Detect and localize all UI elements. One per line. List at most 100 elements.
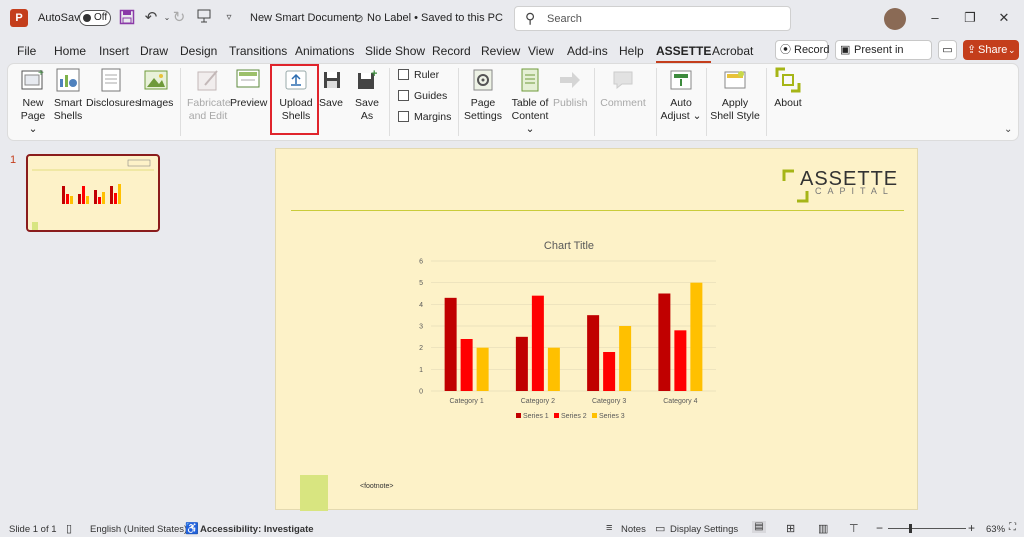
powerpoint-logo-icon: P (10, 9, 28, 27)
tab-acrobat[interactable]: Acrobat (712, 44, 753, 58)
bar-3-2[interactable] (547, 347, 560, 391)
bar-1-4[interactable] (658, 293, 671, 392)
tab-transitions[interactable]: Transitions (229, 44, 287, 58)
ribbon-separator (766, 68, 767, 136)
slide-thumbnail[interactable] (26, 154, 160, 232)
apply-shell-style-button[interactable]: Apply Shell Style (710, 67, 760, 123)
smart-shells-label-2: Shells (53, 110, 83, 122)
zoom-slider[interactable] (888, 528, 966, 529)
page-settings-button[interactable]: Page Settings (464, 67, 502, 123)
bar-1-2[interactable] (515, 336, 528, 391)
tab-draw[interactable]: Draw (140, 44, 168, 58)
chevron-down-icon: ⌄ (1008, 45, 1016, 55)
search-box[interactable]: ⚲ Search (514, 6, 791, 31)
bar-1-1[interactable] (444, 297, 457, 391)
share-label: Share (978, 44, 1008, 56)
comment-button[interactable]: Comment (598, 67, 648, 110)
slide-sorter-icon[interactable]: ⊞ (786, 522, 795, 535)
about-button[interactable]: About (772, 67, 804, 110)
autosave-toggle[interactable]: Off (79, 10, 111, 26)
tab-add-ins[interactable]: Add-ins (567, 44, 608, 58)
avatar[interactable] (884, 8, 906, 30)
fabricate-button[interactable]: Fabricate and Edit (187, 67, 231, 123)
tab-file[interactable]: File (17, 44, 36, 58)
images-button[interactable]: Images (139, 67, 173, 110)
slide-show-icon[interactable]: ⊤ (849, 522, 859, 535)
record-icon: ⦿ (780, 44, 791, 56)
smart-shells-button[interactable]: Smart Shells (52, 67, 84, 123)
tab-home[interactable]: Home (54, 44, 86, 58)
share-button[interactable]: ⇪ Share ⌄ (963, 40, 1019, 60)
tab-review[interactable]: Review (481, 44, 520, 58)
save-button[interactable]: Save (319, 67, 343, 110)
new-page-icon: + (20, 67, 46, 93)
comments-button[interactable]: ▭ (938, 40, 957, 60)
tab-insert[interactable]: Insert (99, 44, 129, 58)
redo-icon[interactable]: ↻ (170, 9, 188, 27)
guides-checkbox[interactable]: Guides (398, 90, 447, 102)
disclosures-label: Disclosures (86, 97, 141, 109)
language-label[interactable]: English (United States) (90, 524, 187, 535)
display-settings-button[interactable]: Display Settings (670, 524, 738, 535)
chart-title[interactable]: Chart Title (544, 240, 594, 252)
zoom-level[interactable]: 63% (986, 524, 1005, 535)
reading-view-icon[interactable]: ▥ (818, 522, 828, 535)
save-icon[interactable] (118, 9, 136, 27)
auto-adjust-icon (668, 67, 694, 93)
new-page-label-1: New (22, 97, 44, 109)
bar-3-4[interactable] (690, 282, 703, 391)
bar-1-3[interactable] (587, 315, 600, 391)
bar-2-3[interactable] (603, 352, 616, 391)
collapse-ribbon-icon[interactable]: ⌄ (1004, 124, 1012, 135)
present-from-start-icon[interactable] (195, 9, 213, 27)
accessibility-status[interactable]: Accessibility: Investigate (200, 524, 314, 535)
logo-text-bottom: CAPITAL (815, 186, 894, 196)
tab-animations[interactable]: Animations (295, 44, 354, 58)
document-title[interactable]: New Smart Document (250, 12, 358, 24)
tab-help[interactable]: Help (619, 44, 644, 58)
publish-button[interactable]: Publish (553, 67, 587, 110)
margins-checkbox[interactable]: Margins (398, 111, 451, 123)
notes-button[interactable]: Notes (621, 524, 646, 535)
bar-2-4[interactable] (674, 330, 687, 391)
y-tick-label: 3 (419, 324, 423, 331)
bar-3-1[interactable] (476, 347, 489, 391)
bar-chart[interactable]: Chart Title 0 1 2 3 4 5 6 Category 1 Category 2 Ca… (276, 229, 919, 519)
zoom-slider-handle[interactable] (909, 524, 912, 533)
zoom-out-icon[interactable]: − (876, 521, 883, 535)
customize-toolbar-icon[interactable]: ▿ (220, 9, 238, 27)
ruler-checkbox[interactable]: Ruler (398, 69, 439, 81)
tab-view[interactable]: View (528, 44, 554, 58)
label-status[interactable]: No Label • Saved to this PC (367, 12, 503, 24)
tab-design[interactable]: Design (180, 44, 217, 58)
bar-3-3[interactable] (619, 326, 632, 391)
slide-canvas[interactable]: ASSETTE CAPITAL Chart Title 0 1 2 3 4 5 6 Catego… (275, 148, 918, 511)
footnote-placeholder[interactable]: <footnote> (360, 483, 393, 490)
preview-button[interactable]: Preview (230, 67, 267, 110)
fit-to-window-icon[interactable]: ⛶ (1009, 522, 1016, 533)
close-icon[interactable]: ✕ (994, 8, 1014, 28)
present-in-teams-button[interactable]: ▣ Present in Teams (835, 40, 932, 74)
margins-label: Margins (414, 111, 452, 123)
disclosures-button[interactable]: Disclosures (86, 67, 141, 110)
new-page-button[interactable]: + New Page ⌄ (16, 67, 50, 136)
restore-icon[interactable]: ❐ (960, 8, 980, 28)
apply-shell-style-label-1: Apply (721, 97, 749, 109)
about-label: About (774, 97, 802, 109)
ribbon-separator (594, 68, 595, 136)
record-button[interactable]: ⦿ Record (775, 40, 829, 60)
auto-adjust-label-1: Auto (670, 97, 692, 109)
save-as-button[interactable]: + Save As (352, 67, 382, 123)
normal-view-icon[interactable]: ▤ (752, 521, 766, 533)
minimize-icon[interactable]: – (925, 8, 945, 28)
tab-assette[interactable]: ASSETTE (656, 44, 712, 63)
bar-2-1[interactable] (460, 339, 473, 391)
zoom-in-icon[interactable]: + (968, 521, 975, 535)
table-of-content-button[interactable]: Table of Content ⌄ (506, 67, 554, 136)
spellcheck-icon[interactable]: ▯ (66, 522, 72, 535)
auto-adjust-button[interactable]: Auto Adjust ⌄ (660, 67, 702, 123)
tab-record[interactable]: Record (432, 44, 471, 58)
publish-label: Publish (553, 97, 588, 109)
tab-slide-show[interactable]: Slide Show (365, 44, 425, 58)
bar-2-2[interactable] (531, 295, 544, 391)
